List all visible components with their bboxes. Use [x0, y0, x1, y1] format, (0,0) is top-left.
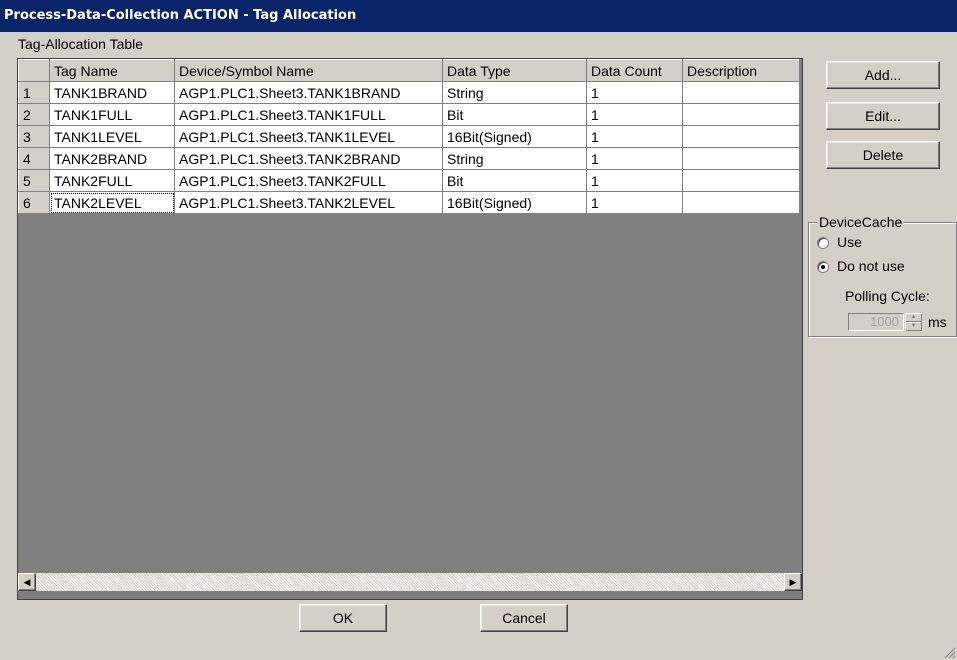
row-number[interactable]: 4 [18, 147, 50, 170]
cell-data-count[interactable]: 1 [586, 125, 683, 148]
cell-data-count[interactable]: 1 [586, 103, 683, 126]
cell-tag-name[interactable]: TANK1FULL [49, 103, 175, 126]
table-row[interactable]: 2 TANK1FULL AGP1.PLC1.Sheet3.TANK1FULL B… [18, 103, 800, 126]
cell-tag-name[interactable]: TANK2FULL [49, 169, 175, 192]
row-number[interactable]: 2 [18, 103, 50, 126]
cell-data-count[interactable]: 1 [586, 191, 683, 214]
device-cache-title: DeviceCache [817, 214, 905, 230]
use-radio[interactable] [817, 237, 829, 249]
cancel-button[interactable]: Cancel [480, 604, 568, 632]
arrow-left-icon[interactable]: ◀ [18, 573, 36, 591]
cell-description[interactable] [682, 125, 800, 148]
tag-table: Tag Name Device/Symbol Name Data Type Da… [18, 59, 800, 214]
add-button[interactable]: Add... [826, 61, 940, 89]
polling-cycle-input[interactable]: 1000 [848, 313, 904, 331]
cell-data-type[interactable]: 16Bit(Signed) [442, 191, 587, 214]
table-row[interactable]: 3 TANK1LEVEL AGP1.PLC1.Sheet3.TANK1LEVEL… [18, 125, 800, 148]
cell-tag-name[interactable]: TANK1LEVEL [49, 125, 175, 148]
scroll-track[interactable] [36, 573, 784, 591]
cell-device-symbol[interactable]: AGP1.PLC1.Sheet3.TANK2LEVEL [174, 191, 443, 214]
spin-up-icon[interactable]: ▲ [905, 313, 922, 322]
cell-data-type[interactable]: String [442, 147, 587, 170]
table-row[interactable]: 5 TANK2FULL AGP1.PLC1.Sheet3.TANK2FULL B… [18, 169, 800, 192]
column-header-data-type[interactable]: Data Type [442, 59, 587, 82]
table-row[interactable]: 6 TANK2LEVEL AGP1.PLC1.Sheet3.TANK2LEVEL… [18, 191, 800, 214]
table-header-row: Tag Name Device/Symbol Name Data Type Da… [18, 59, 800, 82]
column-header-device-symbol[interactable]: Device/Symbol Name [174, 59, 443, 82]
ok-button[interactable]: OK [299, 604, 387, 632]
cell-description[interactable] [682, 191, 800, 214]
delete-button[interactable]: Delete [826, 141, 940, 169]
cell-data-type[interactable]: Bit [442, 103, 587, 126]
do-not-use-label[interactable]: Do not use [837, 258, 905, 274]
column-header-rownum [18, 59, 50, 82]
row-number[interactable]: 6 [18, 191, 50, 214]
cell-device-symbol[interactable]: AGP1.PLC1.Sheet3.TANK1FULL [174, 103, 443, 126]
polling-unit: ms [928, 314, 947, 330]
resize-grip-icon[interactable] [943, 646, 955, 658]
spin-up-down-icon[interactable]: ▲ ▼ [905, 313, 922, 331]
column-header-data-count[interactable]: Data Count [586, 59, 683, 82]
cell-data-count[interactable]: 1 [586, 81, 683, 104]
cell-data-type[interactable]: Bit [442, 169, 587, 192]
cell-description[interactable] [682, 169, 800, 192]
polling-cycle-label: Polling Cycle: [845, 288, 930, 304]
cell-data-type[interactable]: 16Bit(Signed) [442, 125, 587, 148]
arrow-right-icon[interactable]: ▶ [784, 573, 802, 591]
edit-button[interactable]: Edit... [826, 102, 940, 130]
row-number[interactable]: 5 [18, 169, 50, 192]
table-row[interactable]: 1 TANK1BRAND AGP1.PLC1.Sheet3.TANK1BRAND… [18, 81, 800, 104]
horizontal-scrollbar[interactable]: ◀ ▶ [18, 573, 802, 591]
use-label[interactable]: Use [837, 234, 862, 250]
dialog-body: Tag-Allocation Table Tag Name Device/Sym… [0, 32, 957, 660]
cell-device-symbol[interactable]: AGP1.PLC1.Sheet3.TANK1BRAND [174, 81, 443, 104]
cell-device-symbol[interactable]: AGP1.PLC1.Sheet3.TANK1LEVEL [174, 125, 443, 148]
tag-allocation-grid[interactable]: Tag Name Device/Symbol Name Data Type Da… [17, 58, 803, 600]
cell-tag-name[interactable]: TANK2LEVEL [49, 191, 175, 214]
cell-tag-name[interactable]: TANK1BRAND [49, 81, 175, 104]
cell-device-symbol[interactable]: AGP1.PLC1.Sheet3.TANK2FULL [174, 169, 443, 192]
cell-description[interactable] [682, 147, 800, 170]
cell-tag-name[interactable]: TANK2BRAND [49, 147, 175, 170]
window-title: Process-Data-Collection ACTION - Tag All… [0, 0, 957, 32]
column-header-tag-name[interactable]: Tag Name [49, 59, 175, 82]
table-label: Tag-Allocation Table [18, 36, 144, 52]
cell-description[interactable] [682, 103, 800, 126]
cell-data-count[interactable]: 1 [586, 147, 683, 170]
column-header-description[interactable]: Description [682, 59, 800, 82]
table-row[interactable]: 4 TANK2BRAND AGP1.PLC1.Sheet3.TANK2BRAND… [18, 147, 800, 170]
do-not-use-radio[interactable] [817, 261, 829, 273]
row-number[interactable]: 3 [18, 125, 50, 148]
cell-device-symbol[interactable]: AGP1.PLC1.Sheet3.TANK2BRAND [174, 147, 443, 170]
spin-down-icon[interactable]: ▼ [905, 322, 922, 331]
cell-data-type[interactable]: String [442, 81, 587, 104]
row-number[interactable]: 1 [18, 81, 50, 104]
cell-description[interactable] [682, 81, 800, 104]
cell-data-count[interactable]: 1 [586, 169, 683, 192]
